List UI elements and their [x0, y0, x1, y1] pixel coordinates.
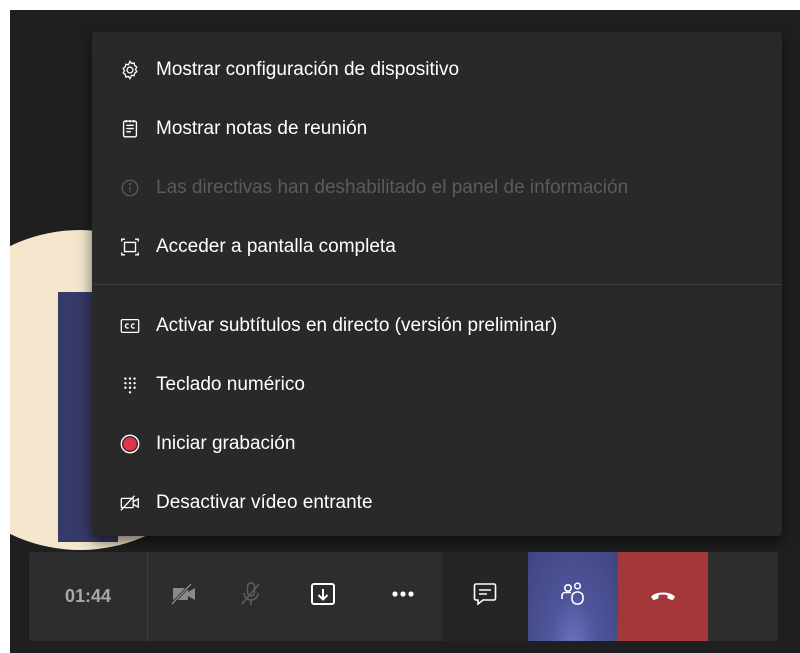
- mic-toggle-button[interactable]: [220, 552, 282, 641]
- call-timer: 01:44: [29, 552, 148, 641]
- menu-item-label: Desactivar vídeo entrante: [156, 492, 373, 513]
- phone-hangup-icon: [648, 579, 678, 614]
- menu-item-label: Mostrar notas de reunión: [156, 118, 368, 139]
- mic-off-icon: [236, 579, 266, 614]
- menu-item-device-settings[interactable]: Mostrar configuración de dispositivo: [92, 47, 782, 93]
- menu-item-label: Mostrar configuración de dispositivo: [156, 59, 460, 80]
- menu-item-dialpad[interactable]: Teclado numérico: [92, 362, 782, 408]
- menu-item-label: Iniciar grabación: [156, 433, 296, 454]
- gear-icon: [119, 59, 141, 81]
- ellipsis-icon: [388, 579, 418, 614]
- more-actions-button[interactable]: [364, 552, 442, 641]
- info-icon: [119, 177, 141, 199]
- more-actions-menu: Mostrar configuración de dispositivo Mos…: [92, 32, 782, 536]
- camera-off-icon: [169, 579, 199, 614]
- video-off-icon: [119, 492, 141, 514]
- fullscreen-icon: [119, 236, 141, 258]
- meeting-stage: Mostrar configuración de dispositivo Mos…: [10, 10, 800, 653]
- menu-divider: [92, 284, 782, 285]
- share-tray-icon: [308, 579, 338, 614]
- menu-item-info-panel-disabled: Las directivas han deshabilitado el pane…: [92, 165, 782, 211]
- call-controls-toolbar: 01:44: [29, 552, 778, 641]
- notes-icon: [119, 118, 141, 140]
- camera-toggle-button[interactable]: [148, 552, 220, 641]
- menu-item-label: Acceder a pantalla completa: [156, 236, 396, 257]
- participants-button[interactable]: [528, 552, 618, 641]
- closed-captions-icon: [119, 315, 141, 337]
- menu-item-label: Activar subtítulos en directo (versión p…: [156, 315, 558, 336]
- menu-item-live-captions[interactable]: Activar subtítulos en directo (versión p…: [92, 303, 782, 349]
- hang-up-button[interactable]: [618, 552, 708, 641]
- record-icon: [119, 433, 141, 455]
- chat-button[interactable]: [442, 552, 528, 641]
- people-icon: [558, 579, 588, 614]
- share-screen-button[interactable]: [282, 552, 364, 641]
- chat-icon: [470, 579, 500, 614]
- menu-item-label: Las directivas han deshabilitado el pane…: [156, 177, 629, 198]
- dialpad-icon: [119, 374, 141, 396]
- menu-item-disable-incoming-video[interactable]: Desactivar vídeo entrante: [92, 480, 782, 526]
- menu-item-fullscreen[interactable]: Acceder a pantalla completa: [92, 224, 782, 270]
- menu-item-meeting-notes[interactable]: Mostrar notas de reunión: [92, 106, 782, 152]
- menu-item-start-recording[interactable]: Iniciar grabación: [92, 421, 782, 467]
- menu-item-label: Teclado numérico: [156, 374, 305, 395]
